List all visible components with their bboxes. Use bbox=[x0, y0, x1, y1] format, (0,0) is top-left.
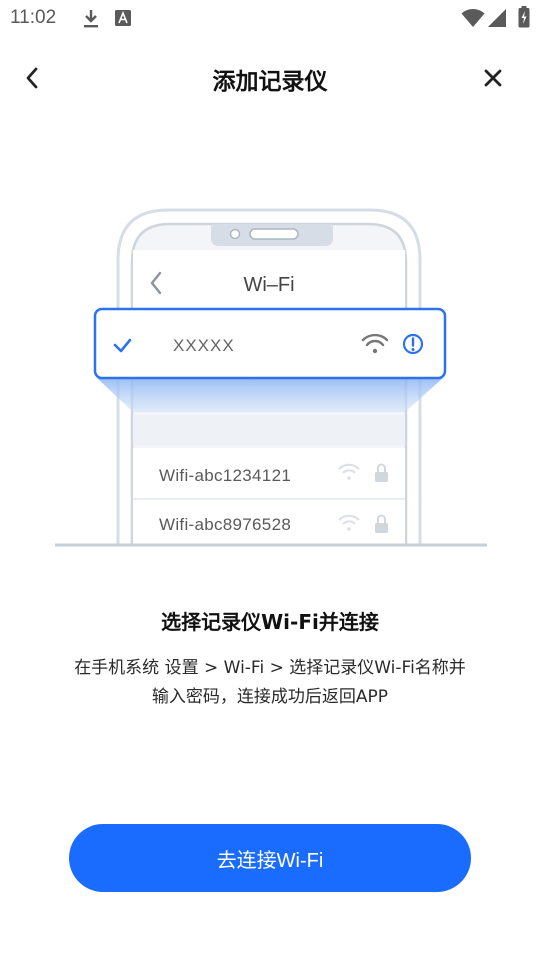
wifi-setup-illustration: Wi–Fi Wifi-abc1234121 Wifi-abc8976528 XX… bbox=[0, 200, 540, 560]
status-bar: 11:02 bbox=[0, 0, 540, 38]
highlight-shadow bbox=[97, 378, 443, 412]
page-title: 添加记录仪 bbox=[212, 69, 328, 95]
selected-network-name: XXXXX bbox=[173, 336, 235, 355]
phone-camera bbox=[229, 228, 241, 240]
signal-icon bbox=[487, 8, 507, 32]
a-notification-icon bbox=[115, 10, 131, 30]
instruction-body: 在手机系统 设置 > Wi-Fi > 选择记录仪Wi-Fi名称并 输入密码，连接… bbox=[40, 654, 500, 712]
download-icon bbox=[82, 8, 100, 34]
instruction-line-2: 输入密码，连接成功后返回APP bbox=[151, 687, 389, 707]
instruction-title: 选择记录仪Wi-Fi并连接 bbox=[161, 610, 379, 634]
close-button[interactable] bbox=[474, 60, 512, 96]
screen-wifi-title: Wi–Fi bbox=[243, 274, 294, 296]
network-name-1: Wifi-abc1234121 bbox=[159, 466, 291, 485]
network-name-2: Wifi-abc8976528 bbox=[159, 515, 291, 534]
battery-charging-icon bbox=[518, 6, 530, 32]
selected-network-card bbox=[93, 307, 447, 380]
phone-speaker bbox=[249, 228, 299, 240]
connect-wifi-button[interactable]: 去连接Wi-Fi bbox=[69, 824, 471, 892]
wifi-icon bbox=[461, 8, 485, 32]
instruction-line-1: 在手机系统 设置 > Wi-Fi > 选择记录仪Wi-Fi名称并 bbox=[74, 658, 466, 678]
close-icon bbox=[484, 69, 502, 87]
status-time: 11:02 bbox=[10, 7, 57, 28]
header: 添加记录仪 bbox=[0, 50, 540, 106]
